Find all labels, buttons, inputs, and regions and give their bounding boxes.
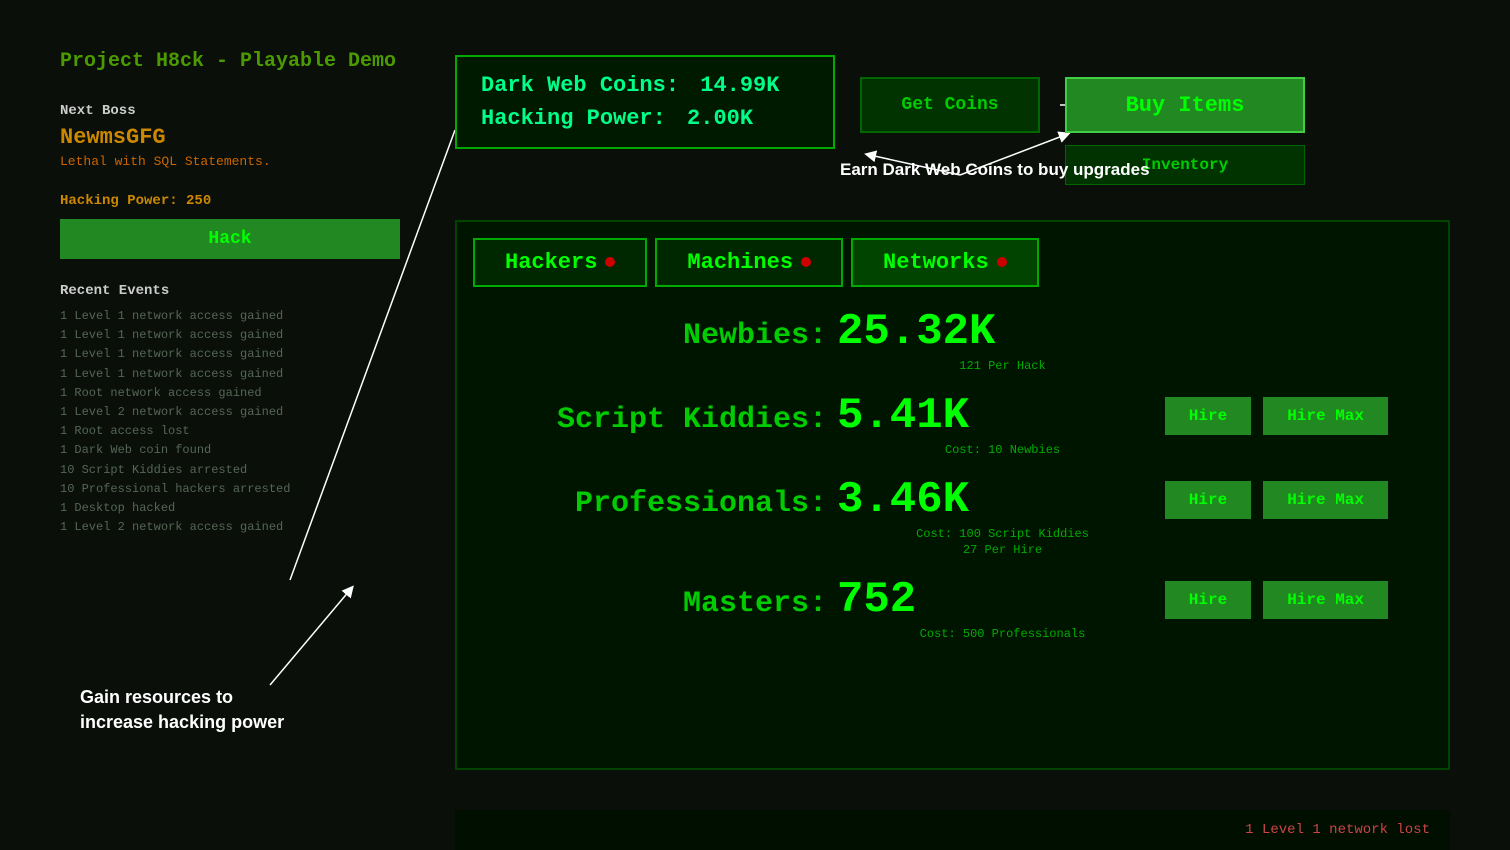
list-item: 1 Root access lost (60, 422, 400, 441)
recent-events-label: Recent Events (60, 283, 400, 299)
tab-dot (997, 257, 1007, 267)
list-item: 1 Root network access gained (60, 384, 400, 403)
hacker-count: 5.41K (837, 391, 997, 441)
list-item: 1 Level 1 network access gained (60, 326, 400, 345)
tab-dot (605, 257, 615, 267)
hacker-row: Newbies: 25.32K 121 Per Hack (497, 307, 1408, 373)
get-coins-button[interactable]: Get Coins (860, 77, 1040, 133)
hire-button[interactable]: Hire (1165, 581, 1251, 619)
content-area: Newbies: 25.32K 121 Per Hack Script Kiddie… (457, 287, 1448, 679)
list-item: 10 Script Kiddies arrested (60, 461, 400, 480)
list-item: 1 Level 2 network access gained (60, 518, 400, 537)
tab-machines[interactable]: Machines (655, 238, 843, 287)
hack-button[interactable]: Hack (60, 219, 400, 259)
sidebar: Project H8ck - Playable Demo Next Boss N… (60, 50, 400, 537)
list-item: 1 Level 2 network access gained (60, 403, 400, 422)
annotation-resources: Gain resources to increase hacking power (80, 685, 284, 735)
hacker-sub: 121 Per Hack (497, 359, 1408, 373)
hacker-name: Newbies: (497, 319, 837, 353)
boss-name: NewmsGFG (60, 125, 400, 150)
hacker-sub: Cost: 500 Professionals (497, 627, 1408, 641)
annotation-coins: Earn Dark Web Coins to buy upgrades (840, 160, 1150, 180)
currency-box: Dark Web Coins: 14.99K Hacking Power: 2.… (455, 55, 835, 149)
status-bar: 1 Level 1 network lost (455, 810, 1450, 850)
hacker-sub: Cost: 100 Script Kiddies27 Per Hire (497, 527, 1408, 557)
list-item: 1 Level 1 network access gained (60, 307, 400, 326)
hire-button[interactable]: Hire (1165, 481, 1251, 519)
list-item: 10 Professional hackers arrested (60, 480, 400, 499)
app-title: Project H8ck - Playable Demo (60, 50, 400, 73)
list-item: 1 Dark Web coin found (60, 441, 400, 460)
list-item: 1 Level 1 network access gained (60, 365, 400, 384)
dark-web-coins-display: Dark Web Coins: 14.99K (481, 73, 809, 98)
tab-dot (801, 257, 811, 267)
list-item: 1 Desktop hacked (60, 499, 400, 518)
tab-hackers[interactable]: Hackers (473, 238, 647, 287)
hacker-name: Professionals: (497, 487, 837, 521)
list-item: 1 Level 1 network access gained (60, 345, 400, 364)
hacker-row: Masters: 752 Hire Hire Max Cost: 500 Profes… (497, 575, 1408, 641)
events-list: 1 Level 1 network access gained1 Level 1… (60, 307, 400, 537)
hacker-row: Professionals: 3.46K Hire Hire Max Cost: 10… (497, 475, 1408, 557)
main-panel: HackersMachinesNetworks Newbies: 25.32K 1… (455, 220, 1450, 770)
hire-max-button[interactable]: Hire Max (1263, 481, 1388, 519)
tabs-container: HackersMachinesNetworks (457, 222, 1448, 287)
hacker-row: Script Kiddies: 5.41K Hire Hire Max Cost: 1… (497, 391, 1408, 457)
hacking-power-display: Hacking Power: 2.00K (481, 106, 809, 131)
hacker-name: Script Kiddies: (497, 403, 837, 437)
boss-description: Lethal with SQL Statements. (60, 154, 400, 169)
hire-button[interactable]: Hire (1165, 397, 1251, 435)
status-text: 1 Level 1 network lost (1245, 822, 1430, 838)
hacker-name: Masters: (497, 587, 837, 621)
buy-items-button[interactable]: Buy Items (1065, 77, 1305, 133)
tab-networks[interactable]: Networks (851, 238, 1039, 287)
hire-max-button[interactable]: Hire Max (1263, 581, 1388, 619)
hacker-count: 752 (837, 575, 997, 625)
hire-max-button[interactable]: Hire Max (1263, 397, 1388, 435)
hacker-count: 25.32K (837, 307, 997, 357)
hacker-count: 3.46K (837, 475, 997, 525)
hacking-power-label: Hacking Power: 250 (60, 193, 400, 209)
next-boss-label: Next Boss (60, 103, 400, 119)
hacker-sub: Cost: 10 Newbies (497, 443, 1408, 457)
